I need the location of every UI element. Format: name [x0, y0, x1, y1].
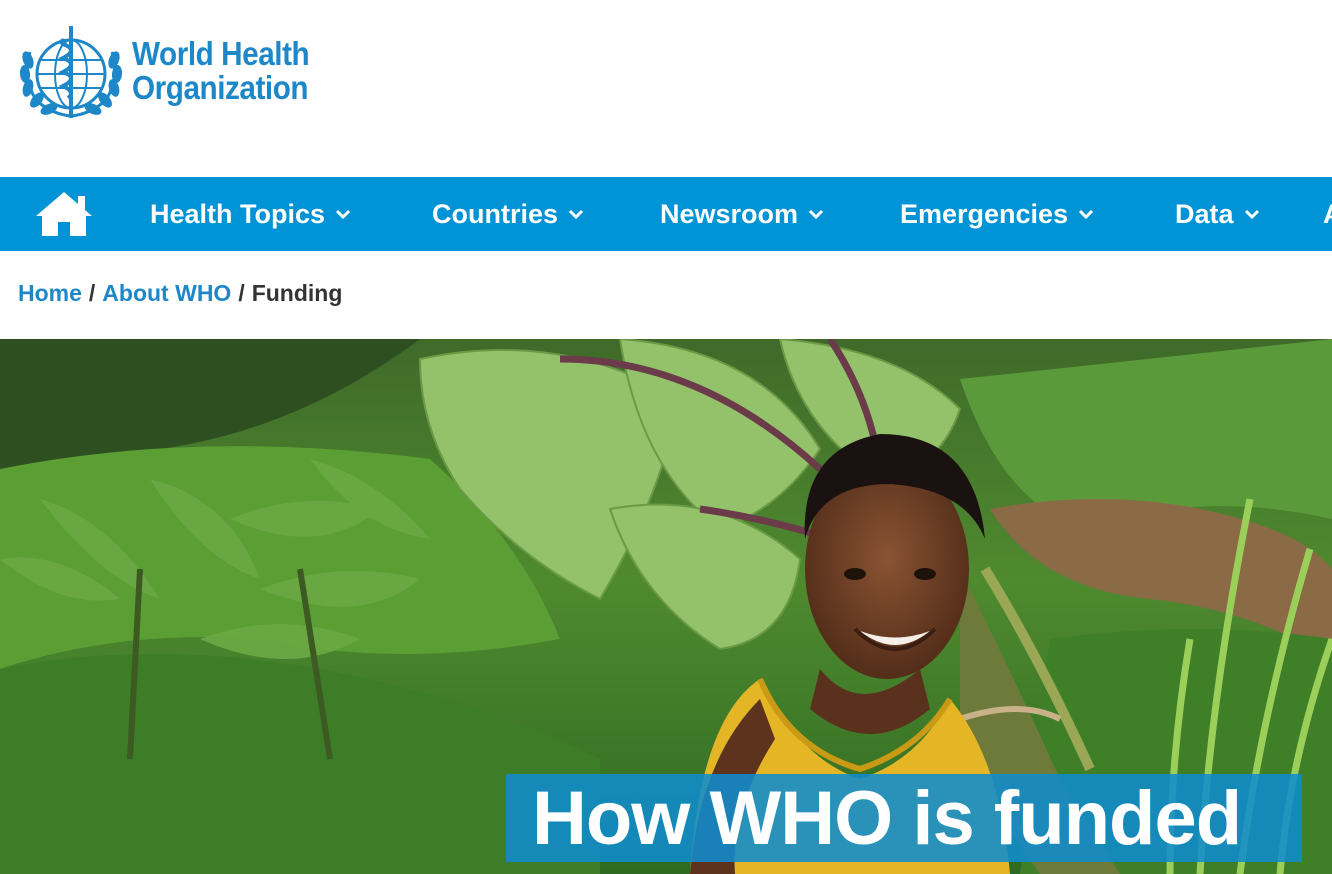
- chevron-down-icon: [1077, 205, 1095, 223]
- nav-item-label: A: [1323, 199, 1332, 230]
- chevron-down-icon: [1243, 205, 1261, 223]
- breadcrumb-home-link[interactable]: Home: [18, 280, 82, 306]
- nav-item-about[interactable]: A: [1323, 177, 1332, 251]
- hero-title: How WHO is funded: [532, 775, 1242, 861]
- nav-item-label: Health Topics: [150, 198, 326, 229]
- breadcrumb-separator: /: [238, 280, 245, 306]
- breadcrumb: Home / About WHO / Funding: [18, 280, 342, 307]
- hero-banner: How WHO is funded: [0, 339, 1332, 874]
- chevron-down-icon: [567, 205, 585, 223]
- breadcrumb-separator: /: [88, 280, 96, 306]
- nav-item-emergencies[interactable]: Emergencies: [900, 177, 1095, 251]
- who-logo-link[interactable]: World Health Organization: [16, 22, 329, 120]
- nav-item-health-topics[interactable]: Health Topics: [150, 177, 352, 251]
- who-emblem-icon: [19, 26, 123, 118]
- main-navigation: Health Topics Countries Newsroom Emergen…: [0, 177, 1332, 251]
- who-wordmark: World Health Organization: [132, 35, 310, 106]
- hero-title-box: How WHO is funded: [506, 774, 1302, 862]
- wordmark-line-1: World Health: [132, 35, 310, 72]
- nav-item-label: Newsroom: [660, 198, 799, 229]
- home-icon[interactable]: [34, 190, 94, 238]
- chevron-down-icon: [334, 205, 352, 223]
- breadcrumb-about-link[interactable]: About WHO: [102, 280, 231, 306]
- nav-item-label: Emergencies: [900, 198, 1069, 229]
- wordmark-line-2: Organization: [132, 69, 309, 106]
- chevron-down-icon: [807, 205, 825, 223]
- nav-item-data[interactable]: Data: [1175, 177, 1261, 251]
- site-header: World Health Organization: [0, 0, 1332, 177]
- nav-item-countries[interactable]: Countries: [432, 177, 585, 251]
- nav-item-newsroom[interactable]: Newsroom: [660, 177, 825, 251]
- nav-item-label: Data: [1175, 198, 1234, 229]
- nav-item-label: Countries: [432, 198, 559, 229]
- breadcrumb-current: Funding: [251, 280, 343, 306]
